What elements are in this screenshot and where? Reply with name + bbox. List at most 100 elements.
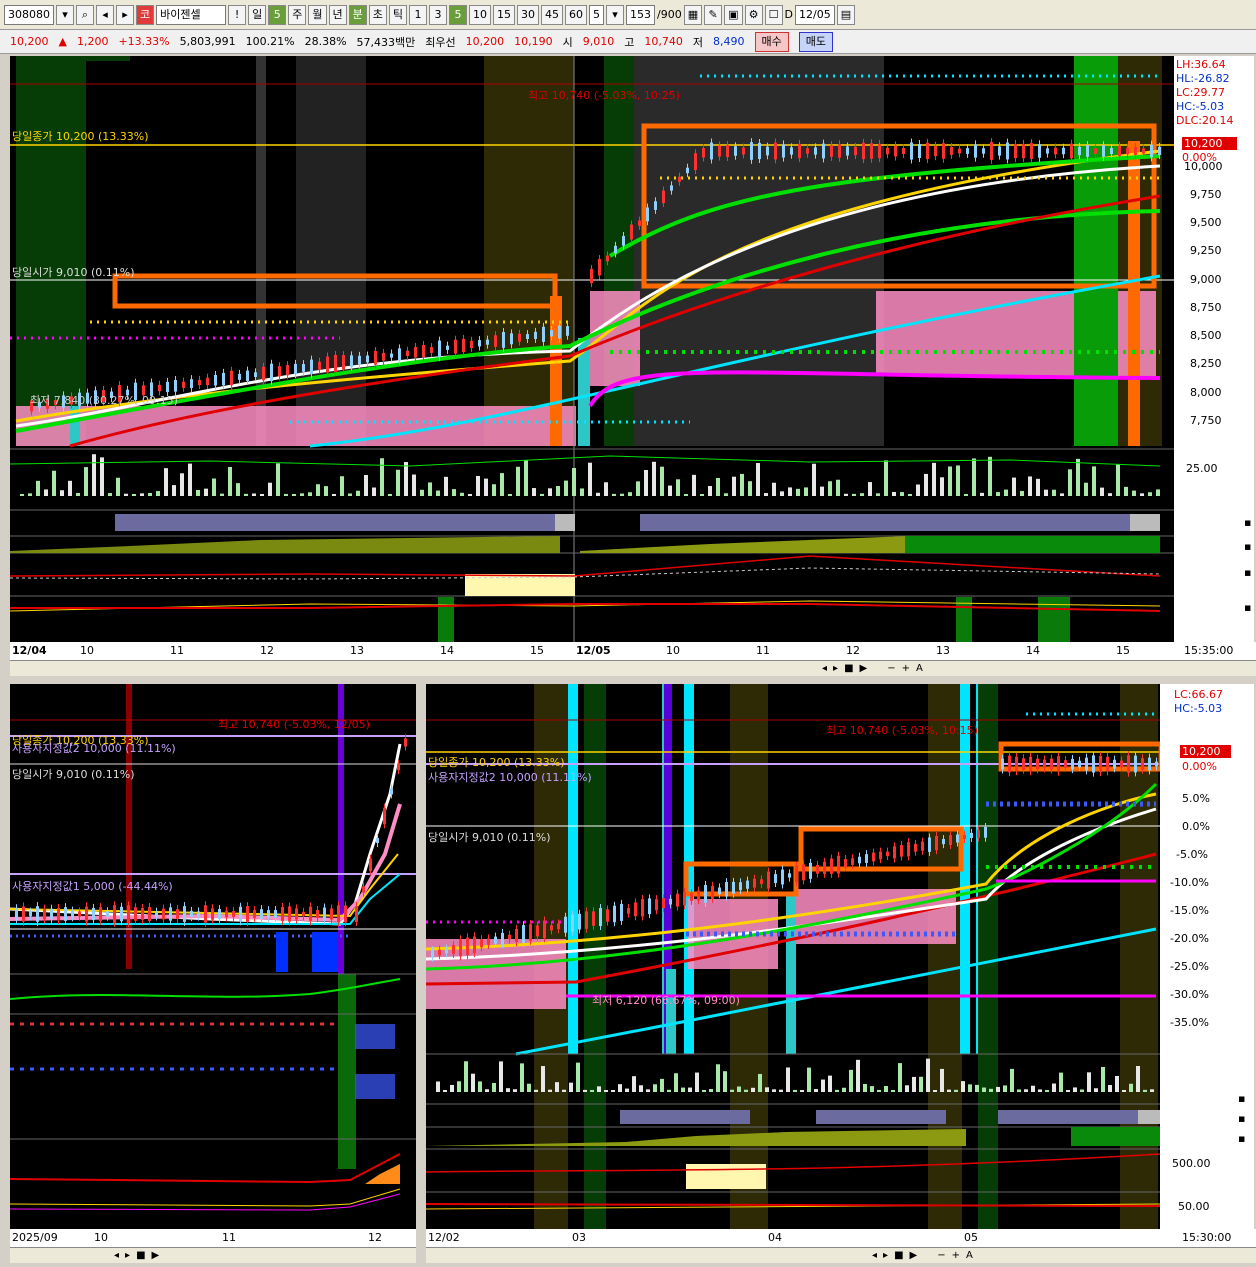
bottom-right-chart[interactable]: 최고 10,740 (-5.03%, 10:15) 당일종가 10,200 (1… — [426, 684, 1160, 1229]
candle-body — [536, 925, 539, 937]
grid-icon[interactable]: ▦ — [683, 4, 703, 25]
close-pane-icon[interactable]: ▪ — [1238, 1132, 1245, 1145]
close-pane-icon[interactable]: ▪ — [1244, 566, 1251, 579]
interval-select[interactable]: 5 — [589, 4, 604, 25]
axis-indicator-tick: 50.00 — [1178, 1200, 1210, 1213]
candle-body — [397, 763, 400, 771]
candle-body — [599, 908, 602, 927]
candle-body — [1054, 147, 1057, 155]
close-pane-icon[interactable]: ▪ — [1244, 540, 1251, 553]
prev-stock-icon[interactable]: ◂ — [96, 4, 114, 25]
tools-icon[interactable]: ✎ — [704, 4, 723, 25]
top-scrollbar[interactable]: ◂ ▸ ■ ▶ − + A — [10, 660, 1256, 676]
search-icon[interactable]: ⌕ — [76, 4, 94, 25]
candle-body — [466, 937, 469, 956]
text-tool-icon[interactable]: A — [916, 663, 923, 674]
interval-60-button[interactable]: 60 — [565, 4, 587, 25]
close-pane-icon[interactable]: ▪ — [1238, 1092, 1245, 1105]
candle-body — [902, 147, 905, 155]
scroll-left-icon[interactable]: ◂ — [114, 1250, 119, 1261]
zoom-out-icon[interactable]: − — [887, 663, 895, 674]
candle-body — [865, 854, 868, 863]
scroll-left-icon[interactable]: ◂ — [822, 663, 827, 674]
scroll-right-icon[interactable]: ▸ — [125, 1250, 130, 1261]
buy-button[interactable]: 매수 — [754, 31, 789, 52]
interval-5-button[interactable]: 5 — [449, 4, 467, 25]
period-minute-button[interactable]: 분 — [348, 4, 367, 25]
top-price-chart[interactable]: 최고 10,740 (-5.03%, 10:25) 당일종가 10,200 (1… — [10, 56, 1174, 642]
scroll-right-icon[interactable]: ▸ — [833, 663, 838, 674]
close-pane-icon[interactable]: ▪ — [1244, 601, 1251, 614]
interval-45-button[interactable]: 45 — [541, 4, 563, 25]
candle-body — [529, 924, 532, 941]
period-second-button[interactable]: 초 — [368, 4, 387, 25]
volume-bar — [788, 487, 792, 496]
volume-bar — [1036, 478, 1040, 496]
volume-bar — [404, 462, 408, 496]
date-checkbox[interactable]: ☐ — [764, 4, 783, 25]
daily-scrollbar[interactable]: ◂ ▸ ■ ▶ — [10, 1247, 416, 1263]
play-icon[interactable]: ▶ — [152, 1250, 160, 1261]
interval-10-button[interactable]: 10 — [469, 4, 491, 25]
candle-body — [734, 146, 737, 156]
volume-bar — [988, 456, 992, 496]
zoom-in-icon[interactable]: + — [952, 1250, 960, 1261]
candle-body — [71, 910, 74, 918]
interval-15-button[interactable]: 15 — [493, 4, 515, 25]
bottom-left-chart[interactable]: 최고 10,740 (-5.03%, 12/05) 당일종가 10,200 (1… — [10, 684, 416, 1229]
intraday-scrollbar[interactable]: ◂ ▸ ■ ▶ − + A — [426, 1247, 1256, 1263]
zoom-in-icon[interactable]: + — [902, 663, 910, 674]
alert-button[interactable]: ! — [228, 4, 247, 25]
play-icon[interactable]: ▶ — [860, 663, 868, 674]
volume-bar — [868, 482, 872, 496]
close-pane-icon[interactable]: ▪ — [1238, 1112, 1245, 1125]
candle-body — [390, 353, 393, 358]
scroll-left-icon[interactable]: ◂ — [872, 1250, 877, 1261]
calendar-icon[interactable]: ▤ — [836, 4, 856, 25]
gear-icon[interactable]: ⚙ — [744, 4, 763, 25]
stock-name-field[interactable]: 바이젠셀 — [156, 4, 227, 25]
period-week-button[interactable]: 주 — [288, 4, 307, 25]
volume-bar — [891, 1090, 895, 1092]
volume-bar — [1140, 493, 1144, 496]
candle-body — [1127, 755, 1130, 773]
interval-dropdown-icon[interactable]: ▾ — [606, 4, 624, 25]
candle-body — [64, 907, 67, 921]
top-chart-canvas — [10, 56, 1174, 642]
candle-body — [141, 908, 144, 920]
period-tick-button[interactable]: 틱 — [388, 4, 407, 25]
sell-button[interactable]: 매도 — [798, 31, 834, 52]
interval-1-button[interactable]: 1 — [409, 4, 427, 25]
stop-icon[interactable]: ■ — [844, 663, 853, 674]
period-day-button[interactable]: 일 — [248, 4, 267, 25]
volume-bar — [1124, 486, 1128, 496]
volume-bar — [1115, 1076, 1119, 1092]
candle-body — [190, 910, 193, 918]
stop-icon[interactable]: ■ — [136, 1250, 145, 1261]
close-pane-icon[interactable]: ▪ — [1244, 516, 1251, 529]
code-dropdown-icon[interactable]: ▾ — [56, 4, 74, 25]
volume-bar — [844, 493, 848, 496]
volume-bar — [814, 1089, 818, 1092]
bar-count-field[interactable]: 153 — [626, 4, 655, 25]
interval-30-button[interactable]: 30 — [517, 4, 539, 25]
volume-bar — [1028, 476, 1032, 496]
interval-3-button[interactable]: 3 — [429, 4, 447, 25]
axis-current-pct: 0.00% — [1182, 760, 1217, 773]
candle-body — [718, 887, 721, 895]
axis-hl: HL:-26.82 — [1176, 72, 1230, 85]
period-multiplier-field[interactable]: 5 — [268, 4, 287, 25]
stop-icon[interactable]: ■ — [894, 1250, 903, 1261]
stock-code-input[interactable]: 308080 — [4, 4, 54, 25]
date-field[interactable]: 12/05 — [795, 4, 835, 25]
scroll-right-icon[interactable]: ▸ — [883, 1250, 888, 1261]
candle-body — [1099, 755, 1102, 773]
period-month-button[interactable]: 월 — [308, 4, 327, 25]
next-stock-icon[interactable]: ▸ — [116, 4, 134, 25]
save-icon[interactable]: ▣ — [724, 4, 743, 25]
text-tool-icon[interactable]: A — [966, 1250, 973, 1261]
period-year-button[interactable]: 년 — [328, 4, 347, 25]
zoom-out-icon[interactable]: − — [937, 1250, 945, 1261]
candle-body — [543, 920, 546, 939]
play-icon[interactable]: ▶ — [910, 1250, 918, 1261]
